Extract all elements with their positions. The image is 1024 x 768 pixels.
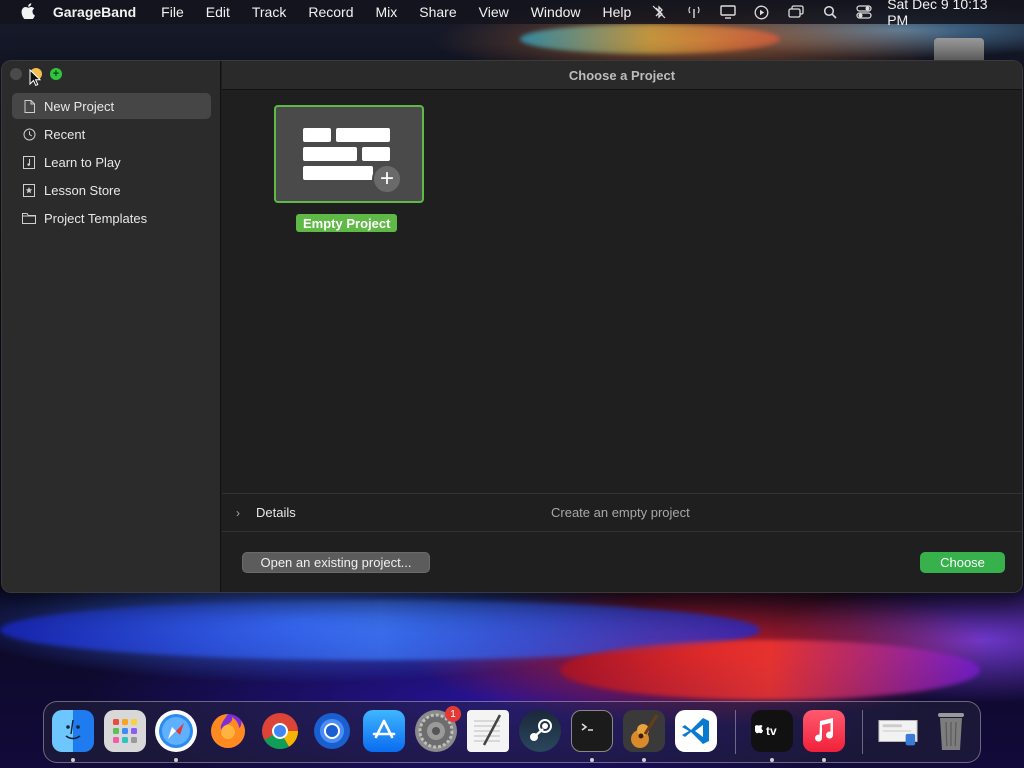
menu-bar: GarageBand File Edit Track Record Mix Sh… bbox=[0, 0, 1024, 28]
add-icon: + bbox=[372, 164, 402, 194]
sidebar-list: New Project Recent Learn to Play Lesson … bbox=[12, 93, 211, 233]
menu-file[interactable]: File bbox=[150, 4, 195, 20]
plus-icon: + bbox=[52, 68, 60, 80]
empty-project-card[interactable]: + bbox=[274, 105, 424, 203]
chevron-right-icon[interactable]: › bbox=[236, 506, 246, 520]
sidebar-item-label: New Project bbox=[44, 98, 115, 114]
zoom-button[interactable]: + bbox=[50, 68, 62, 80]
dock-steam-icon[interactable] bbox=[519, 710, 561, 752]
sidebar-item-label: Project Templates bbox=[44, 210, 148, 226]
dock-terminal-icon[interactable] bbox=[571, 710, 613, 752]
dock-downloads-icon[interactable] bbox=[877, 710, 919, 752]
menu-edit[interactable]: Edit bbox=[195, 4, 241, 20]
dock-apple-tv-icon[interactable]: tv bbox=[751, 710, 793, 752]
dock-safari-icon[interactable] bbox=[155, 710, 197, 752]
brick-shape bbox=[336, 128, 390, 142]
brick-shape bbox=[362, 147, 390, 161]
menu-view[interactable]: View bbox=[468, 4, 520, 20]
search-icon[interactable] bbox=[813, 5, 847, 19]
menu-window[interactable]: Window bbox=[520, 4, 592, 20]
sidebar: + New Project Recent Learn to Play Lesso… bbox=[2, 61, 221, 592]
window-switcher-icon[interactable] bbox=[779, 5, 813, 19]
mouse-cursor-icon bbox=[29, 68, 42, 92]
apple-menu-icon[interactable] bbox=[18, 2, 39, 22]
bluetooth-off-icon[interactable] bbox=[642, 5, 676, 19]
close-button[interactable] bbox=[10, 68, 22, 80]
sidebar-item-new-project[interactable]: New Project bbox=[12, 93, 211, 119]
dock-chrome-icon[interactable] bbox=[259, 710, 301, 752]
menu-mix[interactable]: Mix bbox=[364, 4, 408, 20]
dock-vscode-icon[interactable] bbox=[675, 710, 717, 752]
svg-text:tv: tv bbox=[766, 724, 777, 738]
antenna-icon[interactable] bbox=[676, 5, 710, 19]
menu-share[interactable]: Share bbox=[408, 4, 467, 20]
dock-trash-icon[interactable] bbox=[930, 710, 972, 752]
brick-shape bbox=[303, 166, 373, 180]
dock-separator bbox=[862, 710, 863, 754]
dock-textedit-icon[interactable] bbox=[467, 710, 509, 752]
notification-badge: 1 bbox=[445, 706, 461, 722]
dock-app-store-icon[interactable] bbox=[363, 710, 405, 752]
empty-project-label[interactable]: Empty Project bbox=[296, 214, 398, 232]
dock-finder-icon[interactable] bbox=[52, 710, 94, 752]
sidebar-item-label: Lesson Store bbox=[44, 182, 121, 198]
dock: 1 tv bbox=[43, 701, 981, 763]
open-existing-project-button[interactable]: Open an existing project... bbox=[242, 552, 430, 573]
dock-chromium-icon[interactable] bbox=[311, 710, 353, 752]
play-circle-icon[interactable] bbox=[745, 5, 779, 20]
sidebar-item-project-templates[interactable]: Project Templates bbox=[12, 205, 211, 231]
dock-firefox-icon[interactable] bbox=[207, 710, 249, 752]
project-description: Create an empty project bbox=[551, 505, 690, 520]
document-icon bbox=[22, 99, 36, 113]
folder-icon bbox=[22, 211, 36, 225]
dock-separator bbox=[735, 710, 736, 754]
running-indicator bbox=[174, 758, 178, 762]
desktop-drive-icon[interactable] bbox=[934, 38, 984, 60]
clock-icon bbox=[22, 127, 36, 141]
dock-launchpad-icon[interactable] bbox=[104, 710, 146, 752]
sidebar-item-learn-to-play[interactable]: Learn to Play bbox=[12, 149, 211, 175]
music-book-icon bbox=[22, 155, 36, 169]
menu-record[interactable]: Record bbox=[297, 4, 364, 20]
running-indicator bbox=[770, 758, 774, 762]
details-bar: › Details Create an empty project bbox=[222, 493, 1022, 532]
running-indicator bbox=[590, 758, 594, 762]
sidebar-item-lesson-store[interactable]: Lesson Store bbox=[12, 177, 211, 203]
details-toggle[interactable]: Details bbox=[256, 505, 296, 520]
running-indicator bbox=[71, 758, 75, 762]
main-panel: Choose a Project + Empty Project › Detai… bbox=[222, 61, 1022, 592]
sidebar-item-recent[interactable]: Recent bbox=[12, 121, 211, 147]
dock-music-icon[interactable] bbox=[803, 710, 845, 752]
menu-track[interactable]: Track bbox=[241, 4, 297, 20]
star-icon bbox=[22, 183, 36, 197]
dock-garageband-icon[interactable] bbox=[623, 710, 665, 752]
running-indicator bbox=[822, 758, 826, 762]
menubar-clock[interactable]: Sat Dec 9 10:13 PM bbox=[881, 0, 1024, 28]
running-indicator bbox=[642, 758, 646, 762]
window-title: Choose a Project bbox=[222, 61, 1022, 90]
choose-button[interactable]: Choose bbox=[920, 552, 1005, 573]
sidebar-item-label: Recent bbox=[44, 126, 86, 142]
menu-app-name[interactable]: GarageBand bbox=[49, 4, 150, 20]
project-chooser-window: + New Project Recent Learn to Play Lesso… bbox=[1, 60, 1023, 593]
brick-shape bbox=[303, 147, 357, 161]
brick-shape bbox=[303, 128, 331, 142]
menu-help[interactable]: Help bbox=[592, 4, 643, 20]
sidebar-item-label: Learn to Play bbox=[44, 154, 121, 170]
display-icon[interactable] bbox=[711, 5, 745, 19]
control-center-icon[interactable] bbox=[847, 5, 881, 19]
